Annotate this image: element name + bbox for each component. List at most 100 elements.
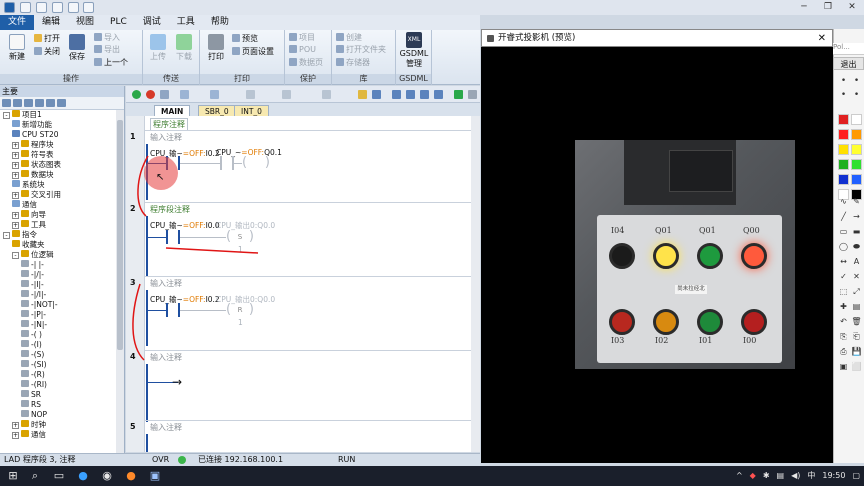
save-icon[interactable]: 💾 [851, 346, 862, 357]
tree-tool-icon[interactable] [2, 99, 11, 107]
menu-file[interactable]: 文件 [0, 15, 35, 30]
tree-item[interactable]: -|I|- [21, 280, 44, 290]
contact-i00[interactable] [166, 230, 180, 244]
freehand-icon[interactable]: ∿ [838, 196, 849, 207]
coil[interactable] [242, 156, 270, 170]
tree-item[interactable]: -(SI) [21, 360, 47, 370]
expand-icon[interactable]: + [12, 192, 19, 199]
menu-help[interactable]: 帮助 [203, 15, 237, 30]
tree-item[interactable]: -| |- [21, 260, 44, 270]
delete-icon[interactable]: 🗑 [851, 316, 862, 327]
obs-icon[interactable]: ◉ [100, 469, 114, 483]
windows-start-icon[interactable]: ⊞ [6, 469, 20, 483]
tree-item[interactable]: -(RI) [21, 380, 47, 390]
save-icon[interactable] [51, 2, 63, 13]
tree-item[interactable]: RS [21, 400, 41, 410]
collapse-icon[interactable]: - [3, 232, 10, 239]
notification-icon[interactable]: ▢ [852, 466, 860, 486]
tree-scrollbar[interactable] [116, 110, 124, 454]
exit-button[interactable]: 退出 [833, 57, 864, 70]
color-swatch[interactable] [838, 114, 849, 125]
menu-plc[interactable]: PLC [102, 15, 135, 30]
tab-int0[interactable]: INT_0 [234, 105, 269, 116]
arrow-tool-icon[interactable]: → [851, 211, 862, 222]
pen-size-icon[interactable]: • [838, 76, 849, 87]
protect-project-button[interactable]: 项目 [289, 32, 315, 43]
tree-item[interactable]: -|N|- [21, 320, 47, 330]
edge-icon[interactable]: ● [76, 469, 90, 483]
contact-i02[interactable] [166, 303, 180, 317]
ellipse-icon[interactable]: ◯ [838, 241, 849, 252]
tree-item[interactable]: + 交叉引用 [12, 190, 61, 200]
tree-item[interactable]: CPU ST20 [12, 130, 59, 140]
tree-item[interactable]: -|NOT|- [21, 300, 58, 310]
tree-item[interactable]: + 程序块 [12, 140, 54, 150]
tree-item[interactable]: -( ) [21, 330, 42, 340]
more-icon[interactable] [468, 90, 477, 99]
text-tool-icon[interactable]: A [851, 256, 862, 267]
bluetooth-icon[interactable]: ✱ [763, 466, 770, 486]
close-button[interactable]: 关闭 [34, 46, 60, 57]
volume-icon[interactable]: ◀) [791, 466, 800, 486]
color-swatch[interactable] [838, 159, 849, 170]
screen-icon[interactable]: ▣ [838, 361, 849, 372]
status-icon[interactable] [322, 90, 331, 99]
export-button[interactable]: 导出 [94, 44, 120, 55]
tree-item[interactable]: + 状态图表 [12, 160, 61, 170]
color-swatch[interactable] [838, 174, 849, 185]
expand-icon[interactable]: + [12, 212, 19, 219]
tree-item[interactable]: 收藏夹 [12, 240, 45, 250]
tree-tool-icon[interactable] [24, 99, 33, 107]
collapse-icon[interactable]: - [12, 252, 19, 259]
firefox-icon[interactable]: ● [124, 469, 138, 483]
menu-edit[interactable]: 编辑 [34, 15, 68, 30]
expand-icon[interactable]: + [12, 152, 19, 159]
maximize-icon[interactable]: ❐ [816, 0, 840, 15]
task-view-icon[interactable]: ▭ [52, 469, 66, 483]
copy-icon[interactable]: ⎘ [838, 331, 849, 342]
camera-close-icon[interactable]: ✕ [818, 31, 826, 47]
delete-icon[interactable] [282, 90, 291, 99]
download-small-icon[interactable] [210, 90, 219, 99]
compile-icon[interactable] [83, 2, 95, 13]
tray-icon[interactable]: ^ [736, 466, 743, 486]
tree-item[interactable]: -|P|- [21, 310, 46, 320]
stop-icon[interactable] [146, 90, 155, 99]
upload-small-icon[interactable] [180, 90, 189, 99]
close-icon[interactable]: ✕ [840, 0, 864, 15]
pen-size-icon[interactable]: • [851, 90, 862, 101]
whiteboard-icon[interactable]: ⬜ [851, 361, 862, 372]
save-button[interactable]: 保存 [64, 34, 90, 62]
menu-tools[interactable]: 工具 [169, 15, 203, 30]
print-icon[interactable] [67, 2, 79, 13]
upload-button[interactable]: 上传 [146, 34, 170, 62]
tray-app-icon[interactable]: ◆ [750, 466, 756, 486]
open-folder-button[interactable]: 打开文件夹 [336, 44, 386, 55]
create-library-button[interactable]: 创建 [336, 32, 362, 43]
clock[interactable]: 19:50 [822, 466, 845, 486]
tree-item[interactable]: -(S) [21, 350, 44, 360]
tab-sbr0[interactable]: SBR_0 [198, 105, 236, 116]
network-icon[interactable] [392, 90, 401, 99]
expand-icon[interactable]: + [12, 222, 19, 229]
check-icon[interactable]: ✓ [838, 271, 849, 282]
app-icon[interactable]: ▣ [148, 469, 162, 483]
open-file-icon[interactable] [35, 2, 47, 13]
compile-icon[interactable] [160, 90, 169, 99]
expand-icon[interactable]: + [12, 142, 19, 149]
contact-insert-icon[interactable] [420, 90, 429, 99]
color-swatch[interactable] [851, 159, 862, 170]
tree-item[interactable]: + 时钟 [12, 420, 46, 430]
expand-icon[interactable]: + [12, 172, 19, 179]
tree-item[interactable]: + 工具 [12, 220, 46, 230]
run-icon[interactable] [132, 90, 141, 99]
insert-icon[interactable] [246, 90, 255, 99]
tree-item[interactable]: + 向导 [12, 210, 46, 220]
paste-icon[interactable]: ⎗ [851, 331, 862, 342]
network-comment[interactable]: 输入注释 [150, 422, 182, 433]
download-button[interactable]: 下载 [172, 34, 196, 62]
tree-item[interactable]: SR [21, 390, 41, 400]
network-icon[interactable]: ▤ [777, 466, 785, 486]
select-icon[interactable]: ⬚ [838, 286, 849, 297]
tree-tool-icon[interactable] [46, 99, 55, 107]
